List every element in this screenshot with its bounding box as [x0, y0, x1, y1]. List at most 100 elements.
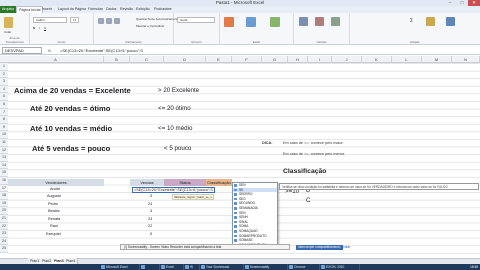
col-header-d[interactable]: D: [164, 56, 206, 63]
row-header[interactable]: 20: [0, 207, 8, 215]
row-header[interactable]: 9: [0, 123, 8, 132]
delete-cells-icon[interactable]: [315, 17, 324, 26]
rule-medio: Até 10 vendas = médio: [30, 124, 113, 133]
col-header-j[interactable]: J: [332, 56, 362, 63]
table-row-name: Raul: [50, 224, 58, 228]
col-header-n[interactable]: N: [452, 56, 480, 63]
row-header[interactable]: 15: [0, 169, 8, 177]
group-label-font: Fonte: [57, 40, 66, 44]
screen-share-bar: (!) Screencastify - Screen Video Recorde…: [120, 244, 290, 250]
conditional-format-icon[interactable]: [224, 17, 234, 27]
italic-button[interactable]: I: [39, 26, 40, 30]
align-center-icon[interactable]: [106, 18, 112, 24]
col-header-b[interactable]: B: [104, 56, 130, 63]
row-header[interactable]: 2: [0, 70, 8, 79]
row-header[interactable]: 14: [0, 161, 8, 170]
tab-podcast[interactable]: Podcastwe: [152, 6, 174, 13]
tab-page-layout[interactable]: Layout da Página: [56, 6, 88, 13]
active-cell-formula[interactable]: =SE(C13>20;"Excelente";SE(C13>5;"pouco";…: [132, 187, 215, 193]
group-clipboard: Colar Área de Transferência: [0, 13, 30, 45]
table-header-classificacao: Classificação: [206, 179, 232, 186]
row-header[interactable]: 21: [0, 215, 8, 223]
table-row-sales: 3: [150, 194, 153, 198]
taskbar-excel-2[interactable]: Excel: [160, 264, 184, 270]
row-header[interactable]: 3: [0, 78, 8, 86]
row-header[interactable]: 7: [0, 108, 8, 117]
wrap-text-button[interactable]: Quebrar Texto Automaticamente: [136, 17, 179, 21]
table-row-name: Pedro: [48, 202, 59, 206]
row-header[interactable]: 17: [0, 184, 8, 193]
col-header-a[interactable]: A: [8, 56, 104, 63]
row-header[interactable]: 16: [0, 177, 8, 185]
format-cells-icon[interactable]: [331, 17, 340, 26]
taskbar-screencastify[interactable]: Screencastify: [244, 264, 288, 270]
tab-review[interactable]: Revisão: [118, 6, 135, 13]
function-description-tooltip: Verifica se uma condição foi satisfeita …: [279, 183, 479, 190]
align-right-icon[interactable]: [114, 18, 120, 24]
insert-cells-icon[interactable]: [299, 17, 308, 26]
tab-data[interactable]: Dados: [104, 6, 118, 13]
format-table-icon[interactable]: [246, 17, 256, 27]
table-row-name: Renata: [48, 217, 61, 221]
row-header[interactable]: 11: [0, 139, 8, 147]
function-autocomplete[interactable]: SEN SE SEERRO SEG SEGUNDO SEMANADIA SEN SENH SIN…: [232, 182, 278, 247]
merge-center-button[interactable]: Mesclar e Centralizar: [136, 24, 164, 28]
sum-icon[interactable]: Σ: [410, 18, 413, 24]
taskbar-item[interactable]: [140, 264, 160, 270]
group-alignment: Quebrar Texto Automaticamente Mesclar e …: [94, 13, 179, 45]
underline-button[interactable]: S: [44, 26, 46, 30]
table-header-status: Status: [164, 179, 206, 186]
row-header[interactable]: 18: [0, 192, 8, 200]
col-header-g[interactable]: G: [262, 56, 288, 63]
sort-filter-icon[interactable]: [426, 17, 435, 26]
paste-icon[interactable]: [4, 17, 13, 28]
name-box[interactable]: DESVPAD: [2, 47, 42, 54]
hide-button[interactable]: Ocultar: [340, 245, 350, 250]
taskbar-screencast[interactable]: Your Screencast: [200, 264, 244, 270]
find-select-icon[interactable]: [446, 17, 455, 26]
tab-file[interactable]: Arquivo: [0, 6, 17, 13]
col-header-k[interactable]: K: [362, 56, 392, 63]
row-header[interactable]: 12: [0, 146, 8, 155]
row-header[interactable]: 4: [0, 85, 8, 94]
row-header[interactable]: 22: [0, 222, 8, 231]
font-size-select[interactable]: 11: [70, 17, 80, 23]
stop-sharing-button[interactable]: Interromper compartilhamento: [296, 245, 343, 250]
row-header[interactable]: 24: [0, 237, 8, 246]
table-row-sales: 22: [148, 224, 153, 228]
row-header[interactable]: 5: [0, 93, 8, 101]
formula-input[interactable]: =SE(C13>20;"Excelente";SE(C13>5;"pouco";…: [58, 47, 478, 54]
taskbar-excel-2010[interactable]: EXCEL 2010: [320, 264, 360, 270]
row-header[interactable]: 8: [0, 116, 8, 124]
tab-formulas[interactable]: Fórmulas: [86, 6, 105, 13]
tab-insert[interactable]: Inserir: [40, 6, 54, 13]
row-header[interactable]: 25: [0, 245, 8, 253]
group-font: Calibri 11 N I S Fonte: [30, 13, 94, 45]
row-header[interactable]: 23: [0, 230, 8, 238]
rule-pouco-short: < 5 pouco: [164, 145, 192, 152]
taskbar-word[interactable]: W: [184, 264, 200, 270]
fx-icon[interactable]: fx: [48, 47, 51, 54]
col-header-l[interactable]: L: [392, 56, 422, 63]
group-editing: Σ Edição: [350, 13, 480, 45]
col-header-m[interactable]: M: [422, 56, 452, 63]
tab-view[interactable]: Exibição: [134, 6, 152, 13]
row-header[interactable]: 19: [0, 199, 8, 208]
col-header-i[interactable]: I: [308, 56, 332, 63]
group-cells: Células: [294, 13, 350, 45]
row-header[interactable]: 10: [0, 131, 8, 139]
row-header[interactable]: 6: [0, 101, 8, 109]
col-header-h[interactable]: H: [288, 56, 308, 63]
col-header-c[interactable]: C: [130, 56, 164, 63]
taskbar-excel[interactable]: Microsoft Excel: [100, 264, 140, 270]
align-left-icon[interactable]: [98, 18, 104, 24]
col-header-f[interactable]: F: [232, 56, 262, 63]
row-header[interactable]: 13: [0, 154, 8, 162]
col-header-e[interactable]: E: [206, 56, 232, 63]
taskbar-chrome[interactable]: Chrome: [288, 264, 320, 270]
bold-button[interactable]: N: [33, 26, 35, 30]
cell-styles-icon[interactable]: [270, 17, 280, 27]
font-name-select[interactable]: Calibri: [33, 17, 67, 23]
number-format-select[interactable]: Geral: [177, 17, 215, 23]
row-header[interactable]: 1: [0, 63, 8, 71]
